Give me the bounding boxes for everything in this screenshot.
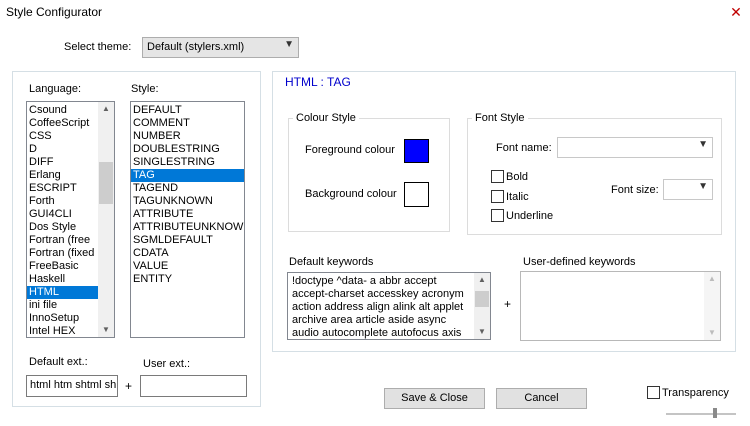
foreground-colour-label: Foreground colour	[305, 144, 395, 156]
transparency-slider[interactable]	[666, 413, 736, 415]
scroll-down-icon[interactable]: ▼	[474, 325, 490, 339]
user-keywords-text	[521, 272, 707, 276]
chevron-down-icon: ▼	[284, 39, 294, 50]
chevron-down-icon: ▼	[698, 139, 708, 150]
style-item[interactable]: DEFAULT	[131, 104, 244, 117]
scroll-up-icon[interactable]: ▲	[98, 102, 114, 116]
chevron-down-icon: ▼	[698, 181, 708, 192]
italic-label: Italic	[506, 191, 529, 203]
theme-label: Select theme:	[64, 41, 132, 53]
window-title: Style Configurator	[6, 5, 103, 19]
language-item[interactable]: CSS	[27, 130, 99, 143]
font-size-label: Font size:	[611, 184, 659, 196]
user-keywords-label: User-defined keywords	[523, 256, 636, 268]
scroll-down-icon[interactable]: ▼	[704, 326, 720, 340]
default-ext-field[interactable]: html htm shtml sh	[26, 375, 118, 397]
default-keywords-label: Default keywords	[289, 256, 374, 268]
default-keywords-text: !doctype ^data- a abbr accept accept-cha…	[292, 275, 464, 339]
language-item[interactable]: Haskell	[27, 273, 99, 286]
language-item[interactable]: Erlang	[27, 169, 99, 182]
language-item[interactable]: HTML	[27, 286, 99, 299]
user-keywords-scrollbar[interactable]: ▲ ▼	[704, 272, 720, 340]
style-heading: HTML : TAG	[285, 75, 351, 89]
close-icon[interactable]: ✕	[726, 3, 746, 21]
language-list[interactable]: Csound CoffeeScript CSS D DIFF Erlang ESCRIPT F…	[26, 101, 115, 338]
language-item[interactable]: Dos Style	[27, 221, 99, 234]
style-item[interactable]: VALUE	[131, 260, 244, 273]
font-name-label: Font name:	[496, 142, 552, 154]
language-item[interactable]: FreeBasic	[27, 260, 99, 273]
title-bar	[0, 0, 750, 26]
transparency-checkbox[interactable]	[647, 386, 660, 399]
bold-checkbox[interactable]	[491, 170, 504, 183]
cancel-button[interactable]: Cancel	[496, 388, 587, 409]
style-item[interactable]: NUMBER	[131, 130, 244, 143]
default-keywords-box[interactable]: !doctype ^data- a abbr accept accept-cha…	[287, 272, 491, 340]
theme-select-value: Default (stylers.xml)	[147, 41, 245, 53]
language-item[interactable]: GUI4CLI	[27, 208, 99, 221]
scroll-up-icon[interactable]: ▲	[704, 272, 720, 286]
language-items: Csound CoffeeScript CSS D DIFF Erlang ESCRIPT F…	[27, 102, 99, 337]
style-item[interactable]: ATTRIBUTE	[131, 208, 244, 221]
language-item[interactable]: DIFF	[27, 156, 99, 169]
user-keywords-box[interactable]: ▲ ▼	[520, 271, 721, 341]
language-item[interactable]: Fortran (fixed	[27, 247, 99, 260]
font-size-select[interactable]: ▼	[663, 179, 713, 200]
style-list[interactable]: DEFAULT COMMENT NUMBER DOUBLESTRING SINGLEST…	[130, 101, 245, 338]
style-item[interactable]: ENTITY	[131, 273, 244, 286]
language-scrollbar[interactable]: ▲ ▼	[98, 102, 114, 337]
default-ext-label: Default ext.:	[29, 356, 88, 368]
background-colour-label: Background colour	[305, 188, 397, 200]
style-label: Style:	[131, 83, 159, 95]
style-item[interactable]: CDATA	[131, 247, 244, 260]
keywords-scrollbar[interactable]: ▲ ▼	[474, 273, 490, 339]
language-item[interactable]: D	[27, 143, 99, 156]
language-item[interactable]: Fortran (free	[27, 234, 99, 247]
scroll-up-icon[interactable]: ▲	[474, 273, 490, 287]
colour-style-group	[288, 118, 450, 232]
scroll-down-icon[interactable]: ▼	[98, 323, 114, 337]
language-item[interactable]: ini file	[27, 299, 99, 312]
underline-checkbox[interactable]	[491, 209, 504, 222]
style-item[interactable]: COMMENT	[131, 117, 244, 130]
style-item[interactable]: SINGLESTRING	[131, 156, 244, 169]
scroll-thumb[interactable]	[475, 291, 489, 307]
language-item[interactable]: Forth	[27, 195, 99, 208]
transparency-label: Transparency	[662, 387, 729, 399]
user-ext-label: User ext.:	[143, 358, 191, 370]
language-item[interactable]: CoffeeScript	[27, 117, 99, 130]
transparency-slider-thumb[interactable]	[713, 408, 717, 418]
language-item[interactable]: Intel HEX	[27, 325, 99, 337]
language-item[interactable]: InnoSetup	[27, 312, 99, 325]
style-item[interactable]: TAGEND	[131, 182, 244, 195]
ext-plus: +	[125, 379, 133, 393]
language-item[interactable]: ESCRIPT	[27, 182, 99, 195]
foreground-colour-swatch[interactable]	[404, 139, 429, 163]
italic-checkbox[interactable]	[491, 190, 504, 203]
background-colour-swatch[interactable]	[404, 182, 429, 207]
save-close-button[interactable]: Save & Close	[384, 388, 485, 409]
language-label: Language:	[29, 83, 81, 95]
underline-label: Underline	[506, 210, 554, 222]
language-item[interactable]: Csound	[27, 104, 99, 117]
style-item[interactable]: SGMLDEFAULT	[131, 234, 244, 247]
style-item[interactable]: TAGUNKNOWN	[131, 195, 244, 208]
scroll-thumb[interactable]	[99, 162, 113, 204]
font-name-select[interactable]: ▼	[557, 137, 713, 158]
colour-style-title: Colour Style	[293, 112, 359, 124]
style-item[interactable]: DOUBLESTRING	[131, 143, 244, 156]
style-item[interactable]: ATTRIBUTEUNKNOWN	[131, 221, 244, 234]
font-style-title: Font Style	[472, 112, 528, 124]
user-ext-field[interactable]	[140, 375, 247, 397]
bold-label: Bold	[506, 171, 529, 183]
style-item[interactable]: TAG	[131, 169, 244, 182]
keywords-plus: +	[504, 297, 512, 311]
theme-select[interactable]: Default (stylers.xml) ▼	[142, 37, 299, 58]
style-items: DEFAULT COMMENT NUMBER DOUBLESTRING SINGLEST…	[131, 102, 244, 286]
